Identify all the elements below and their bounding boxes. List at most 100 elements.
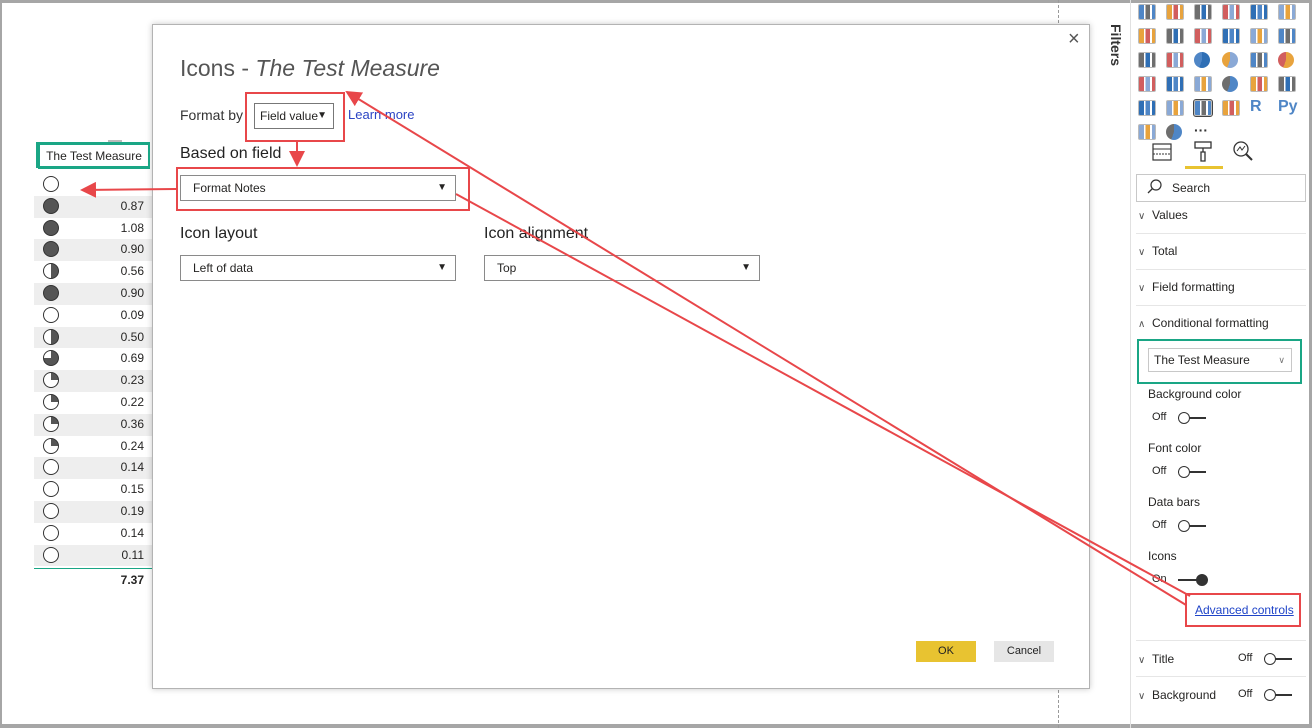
clustered-column-icon[interactable] [1222,4,1240,20]
stacked-bar-icon[interactable] [1138,4,1156,20]
filled-map-icon[interactable] [1138,76,1156,92]
icon-layout-value: Left of data [193,261,254,275]
data-bars-toggle[interactable]: Off [1152,518,1208,534]
section-divider [1136,233,1306,234]
table-icon[interactable] [1193,99,1213,117]
learn-more-link[interactable]: Learn more [348,107,414,122]
annotation-box-table-header [36,142,150,168]
waterfall-chart-icon[interactable] [1138,52,1156,68]
section-field-formatting[interactable]: ∨ Field formatting [1138,280,1235,294]
line-column-icon[interactable] [1222,28,1240,44]
harvey-ball-full-icon [43,219,59,236]
section-values[interactable]: ∨ Values [1138,208,1188,222]
icon-layout-label: Icon layout [180,225,258,242]
section-conditional-formatting[interactable]: ∧ Conditional formatting [1138,316,1269,330]
more-visuals-icon[interactable]: ··· [1194,122,1212,138]
python-visual-icon[interactable]: Py [1278,98,1298,115]
line-chart-icon[interactable] [1138,28,1156,44]
stacked-area-icon[interactable] [1194,28,1212,44]
donut-chart-icon[interactable] [1222,52,1238,68]
icons-toggle[interactable]: On [1152,572,1208,588]
harvey-ball-half-icon [43,263,59,280]
ribbon-chart-icon[interactable] [1278,28,1296,44]
harvey-ball-quarter-icon [43,415,59,432]
card-icon[interactable] [1250,76,1268,92]
search-placeholder: Search [1172,181,1211,195]
scatter-chart-icon[interactable] [1166,52,1184,68]
section-total[interactable]: ∨ Total [1138,244,1177,258]
toggle-knob [1264,653,1276,665]
title-toggle[interactable]: Off [1238,651,1294,667]
treemap-icon[interactable] [1250,52,1268,68]
font-color-toggle[interactable]: Off [1152,464,1208,480]
annotation-box-cf-field [1137,339,1302,384]
gauge-icon[interactable] [1222,76,1238,92]
background-color-toggle[interactable]: Off [1152,410,1208,426]
chevron-down-icon: ∨ [1138,655,1146,666]
arcgis-map-icon[interactable] [1166,124,1182,140]
toggle-knob [1264,689,1276,701]
harvey-ball-full-icon [43,197,59,214]
background-color-label: Background color [1148,387,1242,401]
table-row: 0.11 [34,544,152,567]
filters-label: Filters [1108,24,1124,67]
map-icon[interactable] [1278,52,1294,68]
icon-layout-dropdown[interactable]: Left of data ▼ [180,255,456,281]
table-row: 0.24 [34,436,152,458]
clustered-bar-icon[interactable] [1194,4,1212,20]
multi-row-card-icon[interactable] [1278,76,1296,92]
matrix-icon[interactable] [1222,100,1240,116]
based-on-field-label: Based on field [180,145,282,162]
ok-button[interactable]: OK [916,641,976,662]
100-column-icon[interactable] [1278,4,1296,20]
funnel-chart-icon[interactable] [1194,76,1212,92]
r-visual-icon[interactable]: R [1250,98,1268,115]
toggle-knob [1178,466,1190,478]
caret-down-icon: ▼ [437,262,447,273]
cell-value: 0.24 [120,438,144,453]
cell-value: 0.36 [120,416,144,431]
table-rows: 0.87 1.08 0.90 0.56 0.90 0.09 0.50 0.69 0.23 0.22… [34,174,152,567]
window-border-bottom [0,724,1312,728]
100-bar-icon[interactable] [1250,4,1268,20]
section-title[interactable]: ∨ Title [1138,652,1174,666]
cell-value: 0.14 [120,525,144,540]
cell-value: 0.90 [120,285,144,300]
format-by-label: Format by [180,107,244,123]
annotation-box-format-by [245,92,345,142]
cancel-button[interactable]: Cancel [994,641,1054,662]
filters-pane-toggle[interactable]: Filters [1106,24,1126,84]
pie-chart-icon[interactable] [1194,52,1210,68]
stacked-column-icon[interactable] [1166,4,1184,20]
close-icon[interactable]: × [1068,28,1080,50]
slicer-icon[interactable] [1166,100,1184,116]
shape-map-icon[interactable] [1166,76,1184,92]
table-row: 0.14 [34,457,152,480]
icon-alignment-dropdown[interactable]: Top ▼ [484,255,760,281]
cell-value: 0.15 [120,482,144,497]
background-toggle[interactable]: Off [1238,687,1294,703]
cell-value: 0.11 [121,547,144,562]
table-row: 0.87 [34,195,152,218]
fields-tab-icon[interactable] [1152,142,1172,162]
table-row: 0.56 [34,261,152,283]
harvey-ball-quarter-icon [43,437,59,454]
table-row: 0.19 [34,500,152,523]
chevron-down-icon: ∨ [1138,247,1146,258]
area-chart-icon[interactable] [1166,28,1184,44]
cell-value: 0.19 [120,503,144,518]
section-total-label: Total [1152,244,1178,258]
chevron-down-icon: ∨ [1138,691,1146,702]
format-tab-paint-roller-icon[interactable] [1192,140,1214,162]
table-visual[interactable]: The Test Measure 0.87 1.08 0.90 0.56 0.90 0.0… [34,140,152,600]
line-clustered-column-icon[interactable] [1250,28,1268,44]
key-influencers-icon[interactable] [1138,124,1156,140]
section-background[interactable]: ∨ Background [1138,688,1216,702]
toggle-state: Off [1152,519,1167,531]
window-border-left [0,0,2,728]
analytics-tab-magnifier-icon[interactable] [1232,140,1254,162]
kpi-icon[interactable] [1138,100,1156,116]
table-row: 0.90 [34,239,152,262]
table-row: 0.23 [34,370,152,392]
chevron-down-icon: ∨ [1138,211,1146,222]
